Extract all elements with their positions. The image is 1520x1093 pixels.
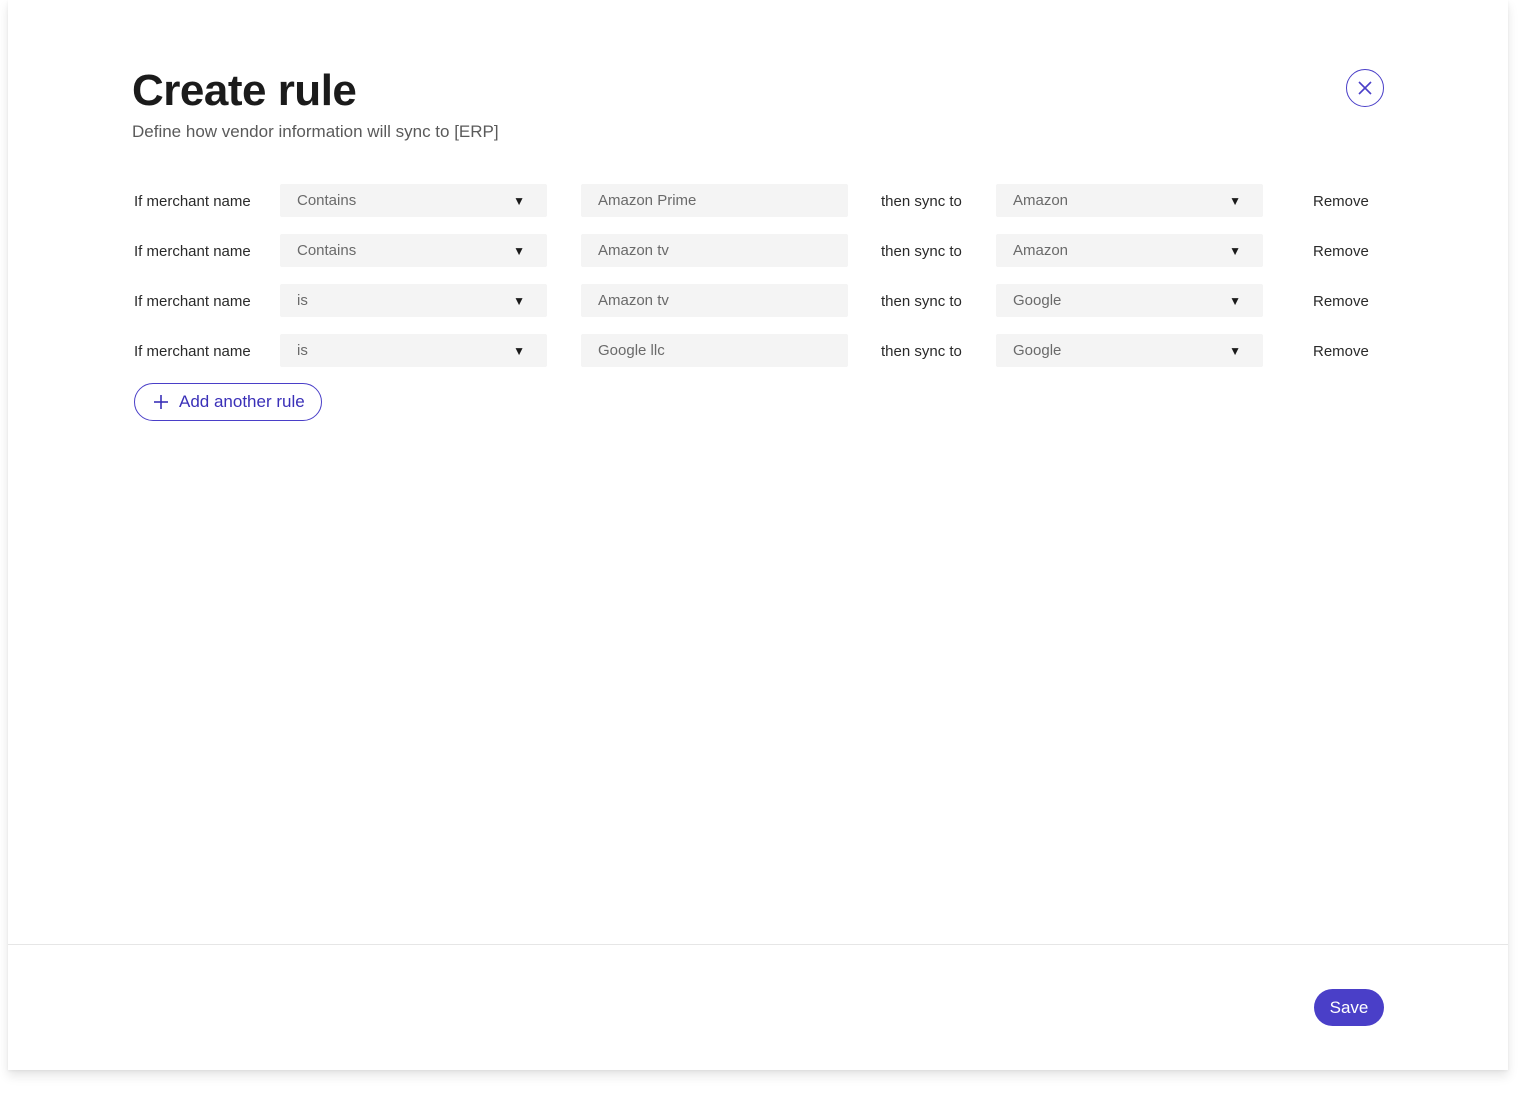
operator-value: Contains [297,192,357,209]
remove-rule-button[interactable]: Remove [1313,293,1369,310]
rule-condition-label: If merchant name [134,193,251,210]
operator-value: is [297,292,308,309]
operator-select[interactable]: Contains ▼ [280,184,547,217]
target-vendor-value: Google [1013,292,1062,309]
footer-divider [8,944,1508,945]
close-icon [1358,81,1372,95]
merchant-value-input[interactable] [581,234,848,267]
page-title: Create rule [132,66,357,115]
remove-rule-button[interactable]: Remove [1313,193,1369,210]
caret-down-icon: ▼ [1229,344,1241,358]
caret-down-icon: ▼ [513,194,525,208]
sync-label: then sync to [881,193,962,210]
add-rule-label: Add another rule [179,392,305,411]
remove-rule-button[interactable]: Remove [1313,243,1369,260]
rule-row: If merchant name is ▼ then sync to Googl… [134,334,1394,367]
operator-select[interactable]: is ▼ [280,334,547,367]
close-button[interactable] [1346,69,1384,107]
target-vendor-value: Amazon [1013,242,1069,259]
caret-down-icon: ▼ [513,244,525,258]
merchant-value-input[interactable] [581,184,848,217]
caret-down-icon: ▼ [1229,244,1241,258]
operator-select[interactable]: is ▼ [280,284,547,317]
target-vendor-select[interactable]: Amazon ▼ [996,234,1263,267]
caret-down-icon: ▼ [513,294,525,308]
rule-condition-label: If merchant name [134,343,251,360]
rule-row: If merchant name Contains ▼ then sync to… [134,234,1394,267]
rule-condition-label: If merchant name [134,243,251,260]
rule-condition-label: If merchant name [134,293,251,310]
rule-row: If merchant name Contains ▼ then sync to… [134,184,1394,217]
remove-rule-button[interactable]: Remove [1313,343,1369,360]
operator-select[interactable]: Contains ▼ [280,234,547,267]
target-vendor-value: Google [1013,342,1062,359]
sync-label: then sync to [881,293,962,310]
target-vendor-value: Amazon [1013,192,1069,209]
sync-label: then sync to [881,243,962,260]
page-subtitle: Define how vendor information will sync … [132,122,499,141]
plus-icon [153,394,169,410]
merchant-value-input[interactable] [581,284,848,317]
operator-value: is [297,342,308,359]
operator-value: Contains [297,242,357,259]
save-button[interactable]: Save [1314,989,1384,1026]
caret-down-icon: ▼ [1229,294,1241,308]
rule-row: If merchant name is ▼ then sync to Googl… [134,284,1394,317]
rules-list: If merchant name Contains ▼ then sync to… [134,184,1394,384]
add-rule-button[interactable]: Add another rule [134,383,322,421]
caret-down-icon: ▼ [513,344,525,358]
target-vendor-select[interactable]: Google ▼ [996,284,1263,317]
create-rule-modal: Create rule Define how vendor informatio… [8,0,1508,1070]
target-vendor-select[interactable]: Amazon ▼ [996,184,1263,217]
sync-label: then sync to [881,343,962,360]
merchant-value-input[interactable] [581,334,848,367]
caret-down-icon: ▼ [1229,194,1241,208]
target-vendor-select[interactable]: Google ▼ [996,334,1263,367]
